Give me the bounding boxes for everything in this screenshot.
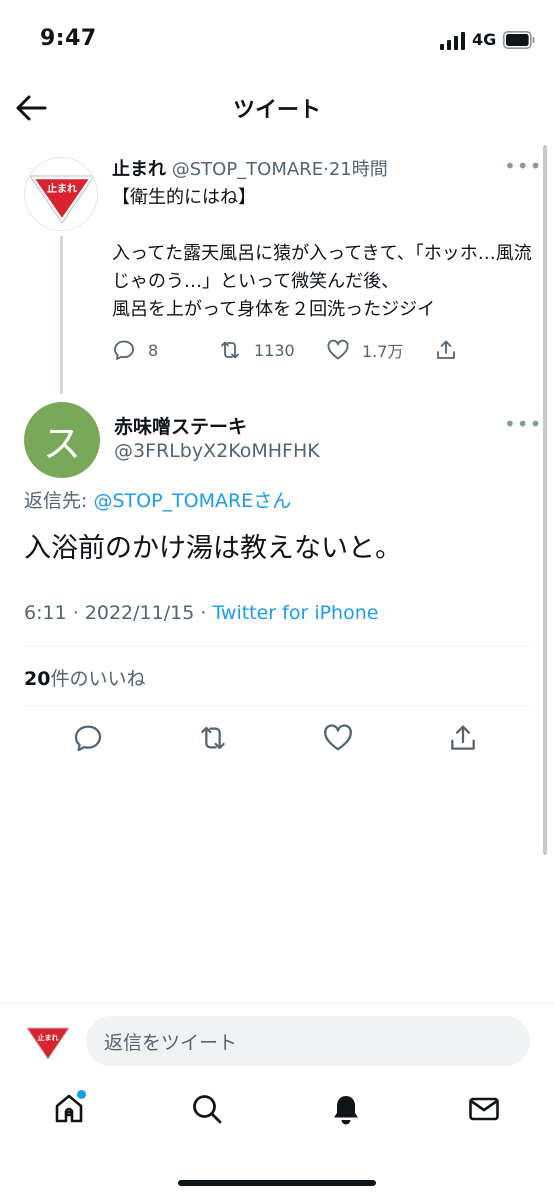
share-button[interactable] [434,336,458,364]
arrow-left-icon [16,95,47,121]
avatar[interactable]: ス [24,402,100,478]
my-avatar[interactable]: 止まれ [24,1016,72,1064]
reply-input[interactable]: 返信をツイート [86,1016,530,1066]
network-type: 4G [472,30,497,49]
reply-count: 8 [148,340,159,360]
thread-line [60,236,63,394]
like-button[interactable] [322,722,354,754]
likes-summary[interactable]: 20件のいいね [24,664,145,691]
share-icon [437,340,455,359]
tweet-body: 【衛生的にはね】 入ってた露天風呂に猿が入ってきて、「ホッホ…風流じゃのう…」と… [112,187,532,320]
reply-to-suffix: さん [253,490,292,512]
divider [24,705,530,706]
reply-button[interactable]: 8 [112,336,158,364]
nav-notifications[interactable] [329,1092,365,1128]
meta-dot: · [66,602,85,624]
author-handle[interactable]: @3FRLbyX2KoMHFHK [114,440,320,462]
replying-to: 返信先: @STOP_TOMAREさん [24,486,291,513]
reply-to-label: 返信先: [24,490,94,512]
status-bar: 9:47 4G [0,0,554,82]
bell-icon [334,1096,358,1125]
author-name[interactable]: 赤味噌ステーキ [114,412,247,439]
tweet-time[interactable]: 21時間 [329,159,388,180]
more-dots-icon: ••• [504,154,543,178]
likes-label: 件のいいね [50,668,146,690]
tweet-author-line: 止まれ @STOP_TOMARE·21時間 [112,155,388,181]
likes-count: 20 [24,668,51,690]
tweet-meta: 6:11 · 2022/11/15 · Twitter for iPhone [24,602,378,624]
tweet-source[interactable]: Twitter for iPhone [212,602,378,624]
battery-icon [503,31,535,49]
stop-sign-logo: 止まれ [29,175,95,224]
tweet-date[interactable]: 2022/11/15 [85,602,195,624]
reply-to-mention[interactable]: @STOP_TOMARE [93,490,253,512]
retweet-button[interactable]: 1130 [218,336,295,364]
avatar[interactable]: 止まれ [24,157,98,231]
divider [24,646,530,647]
retweet-button[interactable] [197,722,229,754]
nav-search[interactable] [190,1092,226,1128]
stop-sign-logo: 止まれ [26,1027,70,1060]
share-icon [451,725,475,750]
search-icon [193,1095,222,1124]
tweet-detail-screen: 9:47 4G ツイート 止まれ 止まれ @STOP_TOMARE·21時間 •… [0,0,554,1200]
comment-icon [74,725,102,752]
tweet-time[interactable]: 6:11 [24,602,67,624]
avatar-logo-text: 止まれ [47,182,77,195]
more-dots-icon: ••• [504,412,543,436]
envelope-icon [469,1097,499,1121]
nav-messages[interactable] [467,1092,503,1128]
like-count: 1.7万 [362,342,404,361]
share-button[interactable] [447,722,479,754]
tweet-text: 入浴前のかけ湯は教えないと。 [24,533,402,564]
more-button[interactable]: ••• [504,414,541,436]
reply-placeholder: 返信をツイート [104,1031,238,1054]
heart-icon [327,339,349,360]
reply-button[interactable] [72,722,104,754]
more-button[interactable]: ••• [504,156,541,178]
author-name[interactable]: 止まれ [112,159,166,180]
page-title: ツイート [232,98,321,123]
status-time: 9:47 [40,26,97,51]
avatar-letter: ス [42,421,81,466]
comment-icon [114,340,134,360]
detail-action-bar [0,722,554,754]
back-button[interactable] [14,92,48,124]
new-content-dot [77,1090,86,1099]
retweet-icon [201,726,225,750]
avatar-logo-text: 止まれ [38,1033,59,1042]
like-button[interactable]: 1.7万 [326,336,403,364]
retweet-count: 1130 [254,340,295,360]
retweet-icon [221,341,239,359]
heart-icon [324,724,352,751]
divider [0,1003,554,1004]
signal-icon [440,32,465,50]
top-header: ツイート [0,82,554,132]
tweet-action-bar: 8 1130 1.7万 [112,336,532,364]
home-indicator[interactable] [178,1180,376,1186]
meta-dot: · [194,602,213,624]
author-handle[interactable]: @STOP_TOMARE [172,159,323,180]
